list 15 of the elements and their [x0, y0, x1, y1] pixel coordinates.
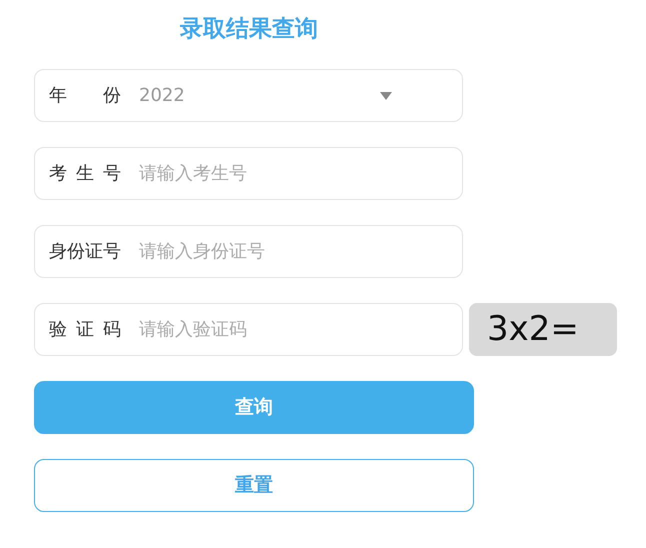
field-label: 考 生 号	[49, 162, 121, 186]
captcha-image[interactable]: 3x2=	[469, 303, 617, 356]
form-field[interactable]: 考 生 号 请输入考生号	[34, 147, 463, 200]
input-field[interactable]: 请输入身份证号	[139, 238, 448, 265]
year-value: 2022	[139, 84, 186, 108]
form-field[interactable]: 身份证号 请输入身份证号	[34, 225, 463, 278]
input-field[interactable]: 请输入考生号	[139, 160, 448, 187]
caret-icon[interactable]	[380, 92, 392, 100]
page-title: 录取结果查询	[178, 15, 319, 44]
field-label: 身份证号	[49, 240, 121, 264]
field-label: 年 份	[49, 84, 121, 108]
input-field[interactable]: 请输入验证码	[139, 316, 448, 343]
form-field[interactable]: 验 证 码 请输入验证码	[34, 303, 463, 356]
field-label: 验 证 码	[49, 318, 121, 342]
year-select[interactable]: 年 份 2022	[34, 69, 463, 122]
